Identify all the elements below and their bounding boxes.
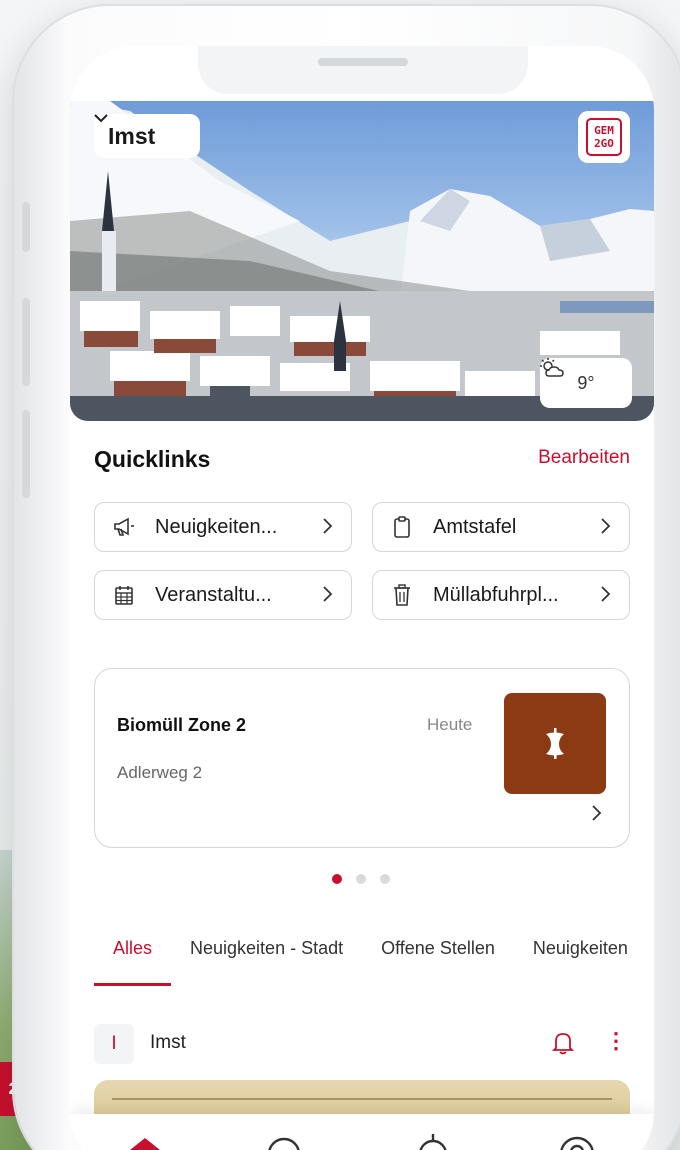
chevron-right-icon[interactable] [592, 801, 602, 827]
more-options-icon[interactable]: ⋮ [605, 1028, 627, 1054]
phone-frame: Imst GEM 2GO 9° Quicklinks Bearbeiten Ne… [14, 6, 680, 1150]
phone-side-button [22, 410, 30, 498]
news-tabs: Alles Neuigkeiten - Stadt Offene Stellen… [94, 926, 654, 986]
tab-neuigkeiten[interactable]: Neuigkeiten [514, 926, 647, 986]
quicklink-news[interactable]: Neuigkeiten... [94, 502, 352, 552]
profile-icon[interactable] [557, 1134, 597, 1150]
quicklink-waste-schedule[interactable]: Müllabfuhrpl... [372, 570, 630, 620]
hero-image: Imst GEM 2GO 9° [70, 101, 654, 421]
trash-icon [389, 584, 415, 606]
carousel-dot[interactable] [356, 874, 366, 884]
calendar-icon [111, 585, 137, 605]
quicklink-events[interactable]: Veranstaltu... [94, 570, 352, 620]
clipboard-icon [389, 516, 415, 538]
search-icon[interactable] [266, 1134, 302, 1150]
phone-speaker [318, 58, 408, 66]
weather-widget[interactable]: 9° [540, 358, 632, 408]
chevron-right-icon [323, 582, 333, 608]
app-screen: Imst GEM 2GO 9° Quicklinks Bearbeiten Ne… [70, 46, 654, 1150]
waste-collection-card[interactable]: Biomüll Zone 2 Adlerweg 2 Heute [94, 668, 630, 848]
carousel-dot-active[interactable] [332, 874, 342, 884]
bottom-navigation [70, 1114, 654, 1150]
weather-temperature: 9° [577, 372, 595, 393]
gem2go-logo: GEM 2GO [578, 111, 630, 163]
quicklink-label: Müllabfuhrpl... [433, 583, 559, 606]
tab-offene-stellen[interactable]: Offene Stellen [362, 926, 514, 986]
avatar: I [94, 1024, 134, 1064]
chevron-down-icon [94, 114, 108, 123]
tab-alles[interactable]: Alles [94, 926, 172, 986]
megaphone-icon [111, 517, 137, 537]
chevron-right-icon [601, 582, 611, 608]
quicklink-label: Amtstafel [433, 515, 517, 538]
city-name: Imst [108, 122, 156, 149]
apple-core-icon [504, 693, 606, 794]
phone-side-button [22, 202, 30, 252]
bell-icon[interactable] [551, 1031, 575, 1060]
feed-source-name[interactable]: Imst [150, 1032, 186, 1054]
phone-side-button [22, 298, 30, 386]
logo-text-bottom: 2GO [594, 137, 614, 150]
sun-cloud-icon [540, 358, 564, 377]
edit-quicklinks-link[interactable]: Bearbeiten [538, 447, 630, 469]
chevron-right-icon [323, 514, 333, 540]
quicklink-label: Veranstaltu... [155, 583, 272, 606]
phone-notch [198, 46, 528, 94]
quicklink-label: Neuigkeiten... [155, 515, 278, 538]
home-icon[interactable] [123, 1134, 167, 1150]
logo-text-top: GEM [594, 124, 614, 137]
carousel-indicator [332, 874, 390, 884]
city-selector[interactable]: Imst [94, 114, 200, 158]
quicklink-amtstafel[interactable]: Amtstafel [372, 502, 630, 552]
quicklinks-title: Quicklinks [94, 446, 211, 472]
location-icon[interactable] [415, 1134, 451, 1150]
waste-address: Adlerweg 2 [117, 763, 203, 782]
tab-neuigkeiten-stadt[interactable]: Neuigkeiten - Stadt [171, 926, 362, 986]
waste-date: Heute [427, 715, 473, 734]
chevron-right-icon [601, 514, 611, 540]
waste-type-title: Biomüll Zone 2 [117, 715, 247, 735]
carousel-dot[interactable] [380, 874, 390, 884]
